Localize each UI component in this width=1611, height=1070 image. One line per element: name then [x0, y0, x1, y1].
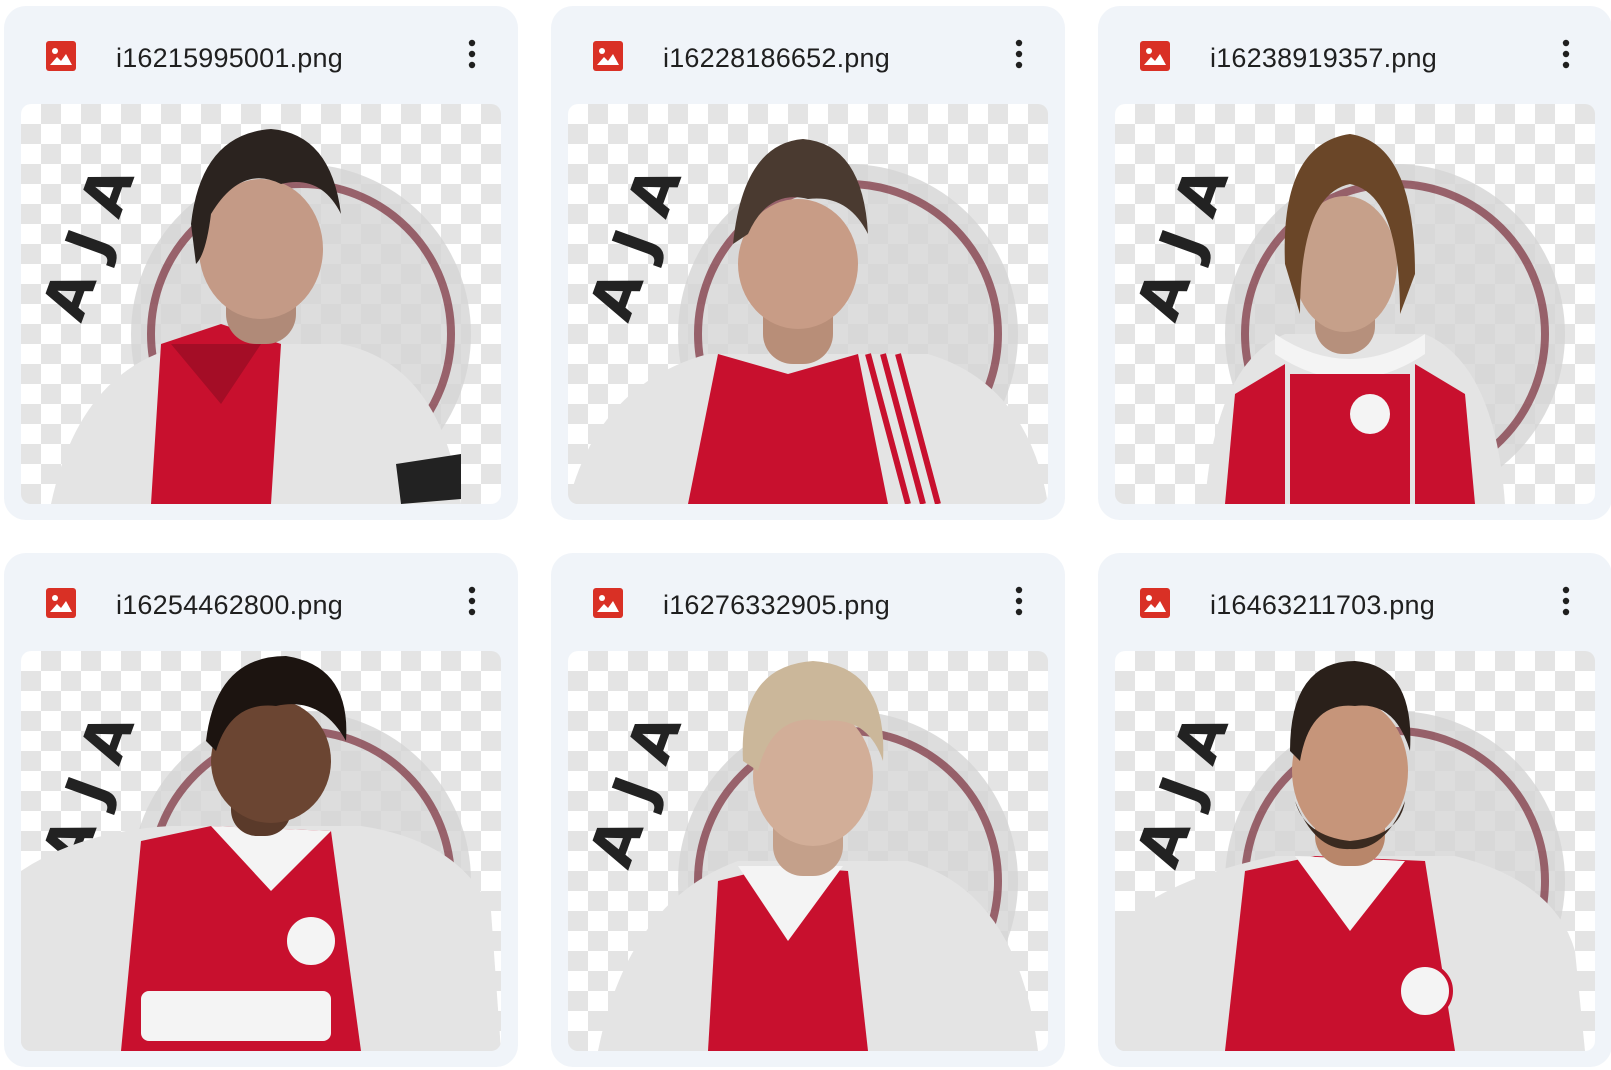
more-vert-icon	[468, 586, 476, 616]
more-vert-icon	[1562, 586, 1570, 616]
svg-text:A J A: A J A	[576, 157, 696, 329]
image-thumbnail[interactable]: A J A	[568, 104, 1048, 504]
more-options-button[interactable]	[997, 579, 1041, 623]
file-name: i16463211703.png	[1210, 590, 1435, 620]
file-card[interactable]: i16238919357.png A J A	[1098, 6, 1611, 520]
image-file-icon	[1139, 587, 1171, 619]
image-thumbnail[interactable]: A J A	[1115, 651, 1595, 1051]
file-name: i16238919357.png	[1210, 43, 1437, 73]
more-vert-icon	[468, 39, 476, 69]
file-card[interactable]: i16254462800.png A J A	[4, 553, 518, 1067]
file-card-header: i16276332905.png	[551, 553, 1065, 649]
file-grid: i16215995001.png A J A i16228186652.png …	[0, 0, 1611, 1070]
more-options-button[interactable]	[450, 579, 494, 623]
more-options-button[interactable]	[1544, 579, 1588, 623]
image-thumbnail[interactable]: A J A	[21, 651, 501, 1051]
file-card-header: i16254462800.png	[4, 553, 518, 649]
more-vert-icon	[1562, 39, 1570, 69]
image-thumbnail[interactable]: A J A	[568, 651, 1048, 1051]
image-thumbnail[interactable]: A J A	[1115, 104, 1595, 504]
more-vert-icon	[1015, 39, 1023, 69]
image-file-icon	[45, 40, 77, 72]
more-vert-icon	[1015, 586, 1023, 616]
file-name: i16228186652.png	[663, 43, 890, 73]
file-card-header: i16463211703.png	[1098, 553, 1611, 649]
svg-text:A J A: A J A	[1123, 704, 1243, 876]
image-file-icon	[592, 587, 624, 619]
file-card[interactable]: i16228186652.png A J A	[551, 6, 1065, 520]
file-card[interactable]: i16463211703.png A J A	[1098, 553, 1611, 1067]
file-card-header: i16238919357.png	[1098, 6, 1611, 102]
file-name: i16254462800.png	[116, 590, 343, 620]
more-options-button[interactable]	[450, 32, 494, 76]
file-name: i16215995001.png	[116, 43, 343, 73]
image-file-icon	[45, 587, 77, 619]
more-options-button[interactable]	[997, 32, 1041, 76]
svg-text:A J A: A J A	[576, 704, 696, 876]
file-card-header: i16215995001.png	[4, 6, 518, 102]
svg-text:A J A: A J A	[29, 157, 149, 329]
more-options-button[interactable]	[1544, 32, 1588, 76]
image-thumbnail[interactable]: A J A	[21, 104, 501, 504]
file-card[interactable]: i16215995001.png A J A	[4, 6, 518, 520]
image-file-icon	[592, 40, 624, 72]
file-card[interactable]: i16276332905.png A J A	[551, 553, 1065, 1067]
file-card-header: i16228186652.png	[551, 6, 1065, 102]
svg-text:A J A: A J A	[1123, 157, 1243, 329]
file-name: i16276332905.png	[663, 590, 890, 620]
image-file-icon	[1139, 40, 1171, 72]
